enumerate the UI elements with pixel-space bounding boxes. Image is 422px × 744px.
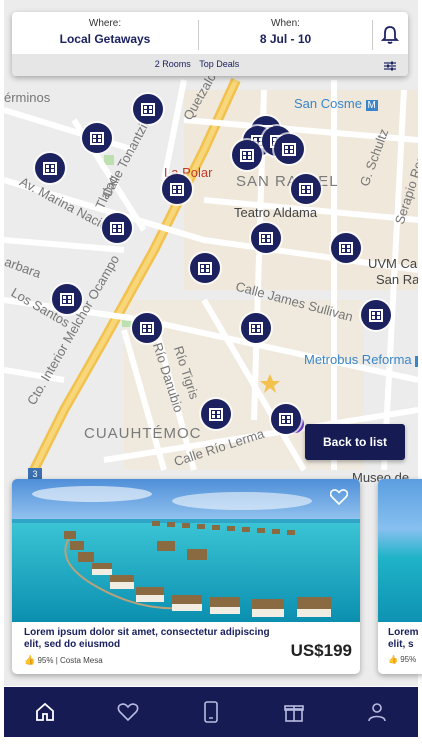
sliders-icon[interactable] bbox=[384, 59, 396, 77]
hotel-icon bbox=[299, 182, 313, 196]
bell-icon[interactable] bbox=[376, 22, 404, 48]
hotel-marker[interactable] bbox=[251, 223, 281, 253]
hotel-marker[interactable] bbox=[132, 313, 162, 343]
hotel-icon bbox=[259, 231, 273, 245]
where-caption: Where: bbox=[88, 18, 122, 29]
map-label: Teatro Aldama bbox=[234, 205, 318, 220]
when-field[interactable]: When: 8 Jul - 10 bbox=[199, 18, 372, 46]
hotel-icon bbox=[198, 261, 212, 275]
hotel-icon bbox=[90, 131, 104, 145]
where-field[interactable]: Where: Local Getaways bbox=[12, 18, 198, 46]
deals-filter[interactable]: Top Deals bbox=[199, 59, 239, 69]
thumbs-up-icon: 👍 bbox=[24, 655, 36, 665]
hotel-card-next[interactable]: Lorem elit, s 👍 95% bbox=[378, 479, 422, 674]
hotel-marker[interactable] bbox=[82, 123, 112, 153]
divider bbox=[372, 20, 373, 50]
map-label-neighborhood: CUAUHTÉMOC bbox=[84, 425, 202, 442]
bottom-tab-bar bbox=[4, 687, 418, 737]
hotel-rating: 👍 95% bbox=[388, 655, 417, 664]
favorite-heart-icon[interactable] bbox=[329, 489, 349, 510]
back-to-list-button[interactable]: Back to list bbox=[305, 424, 405, 460]
hotel-marker[interactable] bbox=[201, 399, 231, 429]
gift-icon[interactable] bbox=[274, 692, 314, 732]
hotel-marker[interactable] bbox=[291, 174, 321, 204]
hotel-marker[interactable] bbox=[274, 134, 304, 164]
home-icon[interactable] bbox=[25, 692, 65, 732]
map-label-neighborhood: SAN RAFAEL bbox=[236, 173, 339, 190]
hotel-marker[interactable] bbox=[52, 284, 82, 314]
hotel-photo bbox=[12, 479, 360, 622]
map-label-metro: San Cosme M bbox=[294, 96, 378, 111]
heart-icon[interactable] bbox=[108, 692, 148, 732]
hotel-marker[interactable] bbox=[271, 404, 301, 434]
hotel-marker[interactable] bbox=[190, 253, 220, 283]
hotel-icon bbox=[43, 161, 57, 175]
hotel-marker[interactable] bbox=[331, 233, 361, 263]
hotel-icon bbox=[140, 321, 154, 335]
map-label-metro: Metrobus Reforma M bbox=[304, 352, 418, 367]
hotel-title: Lorem elit, s bbox=[388, 627, 419, 650]
hotel-rating: 👍 95% | Costa Mesa bbox=[24, 655, 103, 665]
hotel-icon bbox=[60, 292, 74, 306]
hotel-icon bbox=[282, 142, 296, 156]
where-value: Local Getaways bbox=[59, 32, 151, 46]
when-value: 8 Jul - 10 bbox=[259, 32, 312, 46]
phone-icon[interactable] bbox=[191, 692, 231, 732]
search-bar: Where: Local Getaways When: 8 Jul - 10 2… bbox=[12, 12, 408, 76]
thumbs-up-icon: 👍 bbox=[388, 655, 398, 664]
hotel-marker[interactable] bbox=[133, 94, 163, 124]
map-label: UVM Ca bbox=[368, 256, 418, 271]
hotel-title: Lorem ipsum dolor sit amet, consectetur … bbox=[24, 627, 270, 650]
hotel-marker[interactable] bbox=[102, 213, 132, 243]
hotel-icon bbox=[141, 102, 155, 116]
hotel-marker[interactable] bbox=[361, 300, 391, 330]
rooms-filter[interactable]: 2 Rooms bbox=[155, 59, 191, 69]
hotel-icon bbox=[369, 308, 383, 322]
hotel-photo bbox=[378, 479, 422, 622]
hotel-marker[interactable] bbox=[241, 313, 271, 343]
user-icon[interactable] bbox=[357, 692, 397, 732]
hotel-icon bbox=[170, 182, 184, 196]
hotel-card[interactable]: Lorem ipsum dolor sit amet, consectetur … bbox=[12, 479, 360, 674]
when-caption: When: bbox=[271, 18, 300, 29]
hotel-price: US$199 bbox=[290, 641, 352, 660]
hotel-icon bbox=[339, 241, 353, 255]
hotel-marker[interactable] bbox=[35, 153, 65, 183]
hotel-icon bbox=[249, 321, 263, 335]
hotel-marker[interactable] bbox=[162, 174, 192, 204]
filter-strip: 2 Rooms Top Deals bbox=[12, 54, 408, 76]
map-label: érminos bbox=[4, 90, 51, 105]
map-label: San Ra bbox=[376, 272, 418, 287]
hotel-icon bbox=[209, 407, 223, 421]
hotel-marker[interactable] bbox=[232, 140, 262, 170]
hotel-icon bbox=[240, 148, 254, 162]
hotel-icon bbox=[110, 221, 124, 235]
hotel-icon bbox=[279, 412, 293, 426]
